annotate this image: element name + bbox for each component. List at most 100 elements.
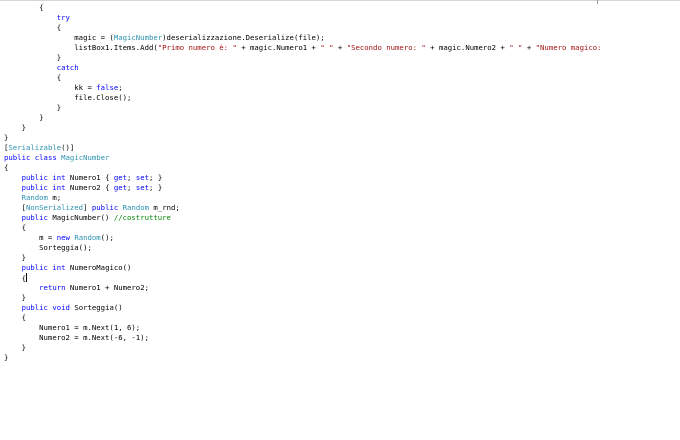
code-token-type: Random — [21, 193, 48, 202]
code-token-plain: ; — [118, 83, 123, 92]
code-token-keyword: int — [52, 263, 66, 272]
code-token-plain: { — [4, 313, 26, 322]
code-token-plain: ; } — [149, 173, 163, 182]
code-token-string: " " — [320, 43, 334, 52]
code-line: Random m; — [4, 193, 602, 203]
code-line: { — [4, 313, 602, 323]
code-line: public class MagicNumber — [4, 153, 602, 163]
code-token-keyword: get — [113, 173, 128, 182]
code-line: } — [4, 123, 602, 133]
code-token-type: NonSerialized — [25, 203, 84, 212]
code-token-keyword: get — [113, 183, 128, 192]
code-line: public int Numero2 { get; set; } — [4, 183, 602, 193]
code-token-plain: { — [4, 23, 62, 32]
code-line: { — [4, 73, 602, 83]
code-token-type: MagicNumber — [61, 153, 110, 162]
code-token-keyword: public — [4, 153, 31, 162]
code-token-plain: { — [4, 3, 44, 12]
code-token-plain: } — [4, 123, 26, 132]
code-token-keyword: void — [52, 303, 70, 312]
code-token-plain: magic = ( — [4, 33, 114, 42]
editor-top-border — [0, 0, 680, 1]
code-line: } — [4, 133, 602, 143]
code-token-string: "Numero magico: — [535, 43, 602, 52]
code-line: { — [4, 23, 602, 33]
code-line: kk = false; — [4, 83, 602, 93]
code-token-keyword: public — [21, 183, 48, 192]
code-token-plain: + magic.Numero1 + — [236, 43, 321, 52]
code-editor[interactable]: { try { magic = (MagicNumber)deserializz… — [0, 0, 680, 440]
code-token-keyword: public — [21, 213, 48, 222]
code-line: catch — [4, 63, 602, 73]
code-token-plain: Numero1 { — [65, 173, 114, 182]
code-token-keyword: public — [91, 203, 119, 212]
code-token-plain: + — [522, 43, 536, 52]
code-token-comment: //costrutture — [113, 213, 171, 222]
code-line: [Serializable()] — [4, 143, 602, 153]
code-token-plain: ; — [127, 183, 136, 192]
code-token-plain: } — [4, 113, 44, 122]
code-line: public void Sorteggia() — [4, 303, 602, 313]
code-line: return Numero1 + Numero2; — [4, 283, 602, 293]
code-token-plain: + — [333, 43, 347, 52]
code-token-keyword: int — [52, 173, 66, 182]
code-token-plain: } — [4, 133, 9, 142]
code-line: { — [4, 163, 602, 173]
code-token-string: "Primo numero è: " — [157, 43, 237, 52]
code-token-keyword: false — [96, 83, 119, 92]
code-token-plain: kk = — [4, 83, 97, 92]
code-line: Sorteggia(); — [4, 243, 602, 253]
code-token-plain: } — [4, 53, 62, 62]
code-token-plain: ; — [127, 173, 136, 182]
code-token-type: Serializable — [8, 143, 62, 152]
code-line: } — [4, 293, 602, 303]
code-token-plain: Sorteggia(); — [4, 243, 92, 252]
code-token-plain: Numero1 = m.Next(1, 6); — [4, 323, 141, 332]
code-line: { — [4, 3, 602, 13]
code-token-plain: { — [4, 274, 26, 283]
code-line: } — [4, 343, 602, 353]
code-line: magic = (MagicNumber)deserializzazione.D… — [4, 33, 602, 43]
code-line: } — [4, 103, 602, 113]
code-token-keyword: try — [56, 13, 70, 22]
code-line: } — [4, 253, 602, 263]
code-token-plain: [ — [4, 203, 26, 212]
code-token-keyword: set — [135, 183, 150, 192]
code-token-plain: NumeroMagico() — [65, 263, 132, 272]
code-token-plain: { — [4, 73, 62, 82]
code-token-keyword: public — [21, 173, 48, 182]
code-token-plain: + magic.Numero2 + — [425, 43, 510, 52]
code-token-keyword: catch — [56, 63, 79, 72]
code-token-type: MagicNumber — [113, 33, 163, 42]
code-token-plain: MagicNumber() — [47, 213, 114, 222]
code-line: public int Numero1 { get; set; } — [4, 173, 602, 183]
code-line: public int NumeroMagico() — [4, 263, 602, 273]
text-caret — [25, 273, 27, 282]
code-token-type: Random — [122, 203, 150, 212]
code-token-keyword: public — [21, 303, 48, 312]
code-token-plain: } — [4, 103, 62, 112]
code-line: listBox1.Items.Add("Primo numero è: " + … — [4, 43, 602, 53]
code-text-area[interactable]: { try { magic = (MagicNumber)deserializz… — [4, 3, 602, 363]
code-token-string: " " — [509, 43, 523, 52]
code-line: } — [4, 353, 602, 363]
code-line: } — [4, 53, 602, 63]
code-line: Numero2 = m.Next(-6, -1); — [4, 333, 602, 343]
code-token-keyword: set — [135, 173, 150, 182]
code-line: { — [4, 273, 602, 283]
code-token-plain: { — [4, 163, 9, 172]
code-token-plain: Numero2 = m.Next(-6, -1); — [4, 333, 149, 342]
code-token-plain: m_rnd; — [149, 203, 180, 212]
code-token-plain: } — [4, 353, 9, 362]
code-token-plain: listBox1.Items.Add( — [4, 43, 158, 52]
code-line: try — [4, 13, 602, 23]
code-token-type: Random — [74, 233, 101, 242]
